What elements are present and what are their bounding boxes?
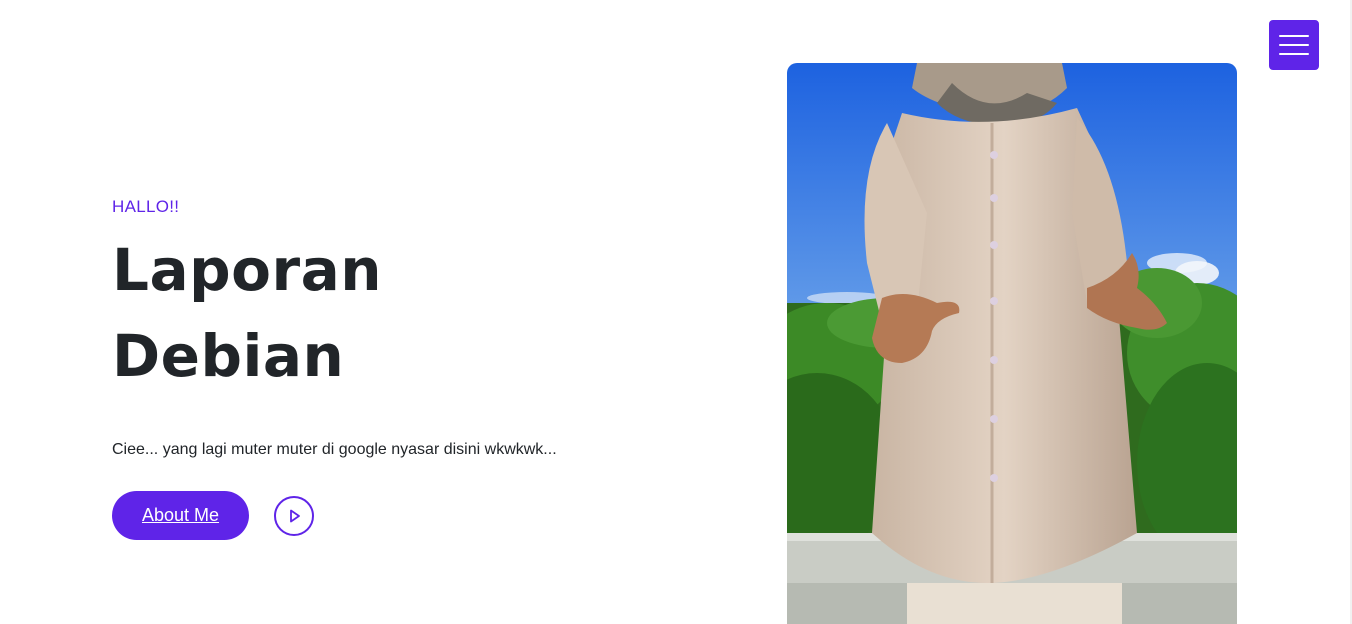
hero-eyebrow: HALLO!! [112, 197, 180, 216]
hero-title: Laporan Debian [112, 227, 672, 399]
hero-title-line-1: Laporan [112, 236, 382, 304]
menu-toggle-button[interactable] [1269, 20, 1319, 70]
play-button[interactable] [274, 495, 314, 536]
hero-title-line-2: Debian [112, 322, 345, 390]
about-me-button[interactable]: About Me [112, 491, 249, 540]
hero-section: HALLO!! Laporan Debian Ciee... yang lagi… [112, 195, 672, 540]
hero-subtitle: Ciee... yang lagi muter muter di google … [112, 441, 557, 458]
hero-photo [787, 63, 1237, 624]
page: HALLO!! Laporan Debian Ciee... yang lagi… [0, 0, 1352, 624]
play-circle-icon [290, 509, 300, 522]
hero-actions: About Me [112, 491, 672, 540]
